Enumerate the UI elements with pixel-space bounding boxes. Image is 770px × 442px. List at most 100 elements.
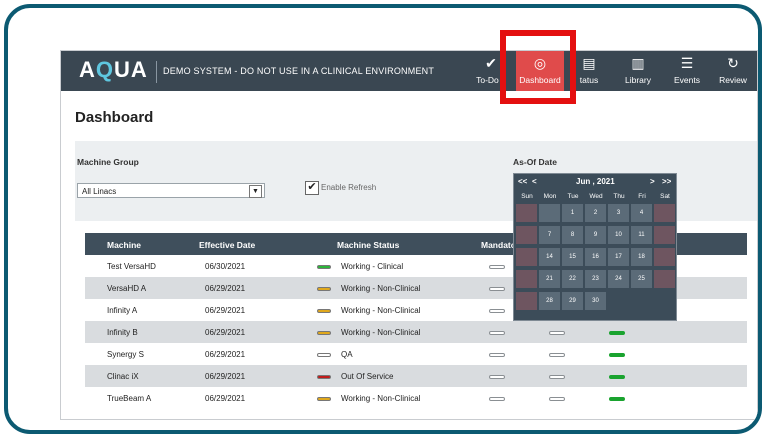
table-row[interactable]: TrueBeam A 06/29/2021 Working - Non-Clin… [85,387,747,409]
effective-date: 06/29/2021 [205,306,246,315]
effective-date: 06/29/2021 [205,284,246,293]
mandatory-indicator [489,309,505,313]
ok-indicator [609,331,625,335]
calendar-day[interactable]: 30 [585,292,606,310]
machine-group-value: All Linacs [82,187,117,196]
table-row[interactable]: Infinity B 06/29/2021 Working - Non-Clin… [85,321,747,343]
ok-indicator [609,375,625,379]
nav-label: Review [719,75,747,85]
mandatory-indicator [489,331,505,335]
effective-date: 06/29/2021 [205,394,246,403]
calendar-day[interactable]: 17 [608,248,629,266]
machine-name: Infinity B [107,328,138,337]
col-machine: Machine [107,240,142,250]
calendar-day[interactable]: 23 [585,270,606,288]
machine-status: Working - Non-Clinical [341,306,421,315]
calendar-day[interactable] [654,248,675,266]
calendar-day[interactable]: 7 [539,226,560,244]
logo-separator [156,61,157,83]
machine-name: Clinac iX [107,372,139,381]
calendar-day[interactable]: 25 [631,270,652,288]
chevron-down-icon[interactable]: ▼ [249,185,262,198]
machine-status: Working - Clinical [341,262,404,271]
mandatory-indicator [489,397,505,401]
status-indicator [317,397,331,401]
day-name: Thu [613,193,625,200]
date-picker-calendar[interactable]: << < Jun , 2021 > >> Sun Mon Tue Wed Thu Fri Sat 1 2 3… [513,173,677,321]
ok-indicator [609,397,625,401]
list-icon: ☰ [680,55,694,71]
test-indicator [549,375,565,379]
calendar-day[interactable]: 11 [631,226,652,244]
nav-events[interactable]: ☰ Events [663,51,711,91]
machine-status: Out Of Service [341,372,394,381]
nav-label: Events [674,75,700,85]
enable-refresh-checkbox[interactable]: ✔ [305,181,319,195]
calendar-day[interactable]: 24 [608,270,629,288]
calendar-day[interactable]: 18 [631,248,652,266]
test-indicator [549,353,565,357]
calendar-day[interactable]: 3 [608,204,629,222]
machine-group-select[interactable]: All Linacs ▼ [77,183,265,198]
calendar-day[interactable]: 29 [562,292,583,310]
status-indicator [317,287,331,291]
table-row[interactable]: Synergy S 06/29/2021 QA [85,343,747,365]
effective-date: 06/29/2021 [205,350,246,359]
machine-name: Test VersaHD [107,262,156,271]
ok-indicator [609,353,625,357]
next-month-button[interactable]: > [650,177,655,186]
status-indicator [317,331,331,335]
nav-library[interactable]: ▥ Library [614,51,662,91]
calendar-day[interactable] [516,292,537,310]
machine-status: QA [341,350,353,359]
status-indicator [317,375,331,379]
calendar-day[interactable] [654,226,675,244]
calendar-day[interactable] [539,204,560,222]
calendar-day[interactable]: 22 [562,270,583,288]
calendar-day[interactable] [654,204,675,222]
effective-date: 06/29/2021 [205,372,246,381]
mandatory-indicator [489,265,505,269]
machine-name: Infinity A [107,306,138,315]
nav-review[interactable]: ↻ Review [709,51,757,91]
app-window: AQUA DEMO SYSTEM - DO NOT USE IN A CLINI… [60,50,758,420]
machine-name: VersaHD A [107,284,147,293]
calendar-day[interactable] [516,226,537,244]
status-indicator [317,309,331,313]
day-name: Sun [521,193,533,200]
machine-status: Working - Non-Clinical [341,328,421,337]
calendar-day[interactable]: 15 [562,248,583,266]
calendar-day[interactable] [654,270,675,288]
calendar-day[interactable]: 16 [585,248,606,266]
machine-name: TrueBeam A [107,394,152,403]
machine-name: Synergy S [107,350,144,359]
day-name: Fri [638,193,646,200]
page-title: Dashboard [75,109,154,126]
test-indicator [549,331,565,335]
calendar-day[interactable]: 14 [539,248,560,266]
calendar-day[interactable] [516,204,537,222]
calendar-day[interactable]: 10 [608,226,629,244]
table-row[interactable]: Clinac iX 06/29/2021 Out Of Service [85,365,747,387]
aqua-logo: AQUA [79,57,148,82]
calendar-day[interactable]: 2 [585,204,606,222]
status-indicator [317,353,331,357]
next-year-button[interactable]: >> [662,177,671,186]
calendar-day[interactable]: 21 [539,270,560,288]
col-effective-date: Effective Date [199,240,256,250]
prev-month-button[interactable]: < [532,177,537,186]
calendar-day[interactable]: 8 [562,226,583,244]
machine-status: Working - Non-Clinical [341,284,421,293]
status-indicator [317,265,331,269]
calendar-day[interactable]: 28 [539,292,560,310]
calendar-day[interactable]: 4 [631,204,652,222]
calendar-day[interactable] [516,248,537,266]
calendar-day[interactable]: 1 [562,204,583,222]
calendar-day[interactable] [516,270,537,288]
mandatory-indicator [489,375,505,379]
calendar-day[interactable]: 9 [585,226,606,244]
prev-year-button[interactable]: << [518,177,527,186]
highlight-box [500,30,576,104]
month-label: Jun , 2021 [576,177,615,186]
day-name: Sat [660,193,670,200]
